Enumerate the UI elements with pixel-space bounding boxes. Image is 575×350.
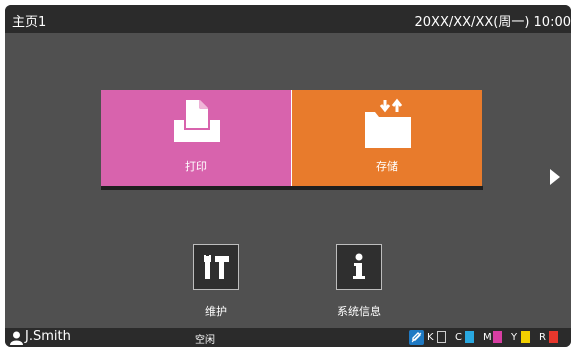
- page-title: 主页1: [12, 15, 47, 30]
- ink-letter: K: [427, 332, 434, 343]
- status-bar: J.Smith 空闲 K C M Y R: [5, 328, 571, 347]
- system-info-button[interactable]: [336, 244, 382, 290]
- maintenance-label: 维护: [205, 305, 227, 318]
- ink-bar: [465, 331, 474, 343]
- ink-bar: [549, 331, 558, 343]
- print-label: 打印: [185, 160, 207, 173]
- ink-bar: [493, 331, 502, 343]
- user-name[interactable]: J.Smith: [25, 329, 71, 344]
- home-screen: 主页1 20XX/XX/XX(周一) 10:00 打印 存储 维护 系统信息 J…: [5, 5, 571, 347]
- ink-bar: [521, 331, 530, 343]
- tiles-shadow: [101, 186, 483, 190]
- tools-icon: [204, 253, 229, 279]
- user-icon: [10, 331, 23, 345]
- storage-folder-icon: [365, 98, 411, 148]
- link-icon[interactable]: [409, 330, 424, 345]
- ink-bar: [437, 331, 446, 343]
- ink-letter: Y: [511, 332, 518, 343]
- info-icon: [353, 253, 365, 279]
- ink-letter: M: [483, 332, 492, 343]
- ink-letter: R: [539, 332, 546, 343]
- datetime-display: 20XX/XX/XX(周一) 10:00: [414, 15, 571, 30]
- next-page-arrow-icon[interactable]: [549, 168, 561, 186]
- print-tile[interactable]: 打印: [101, 90, 292, 186]
- storage-tile[interactable]: 存储: [292, 90, 482, 186]
- storage-label: 存储: [376, 160, 398, 173]
- system-info-label: 系统信息: [337, 305, 381, 318]
- print-icon: [174, 100, 220, 142]
- title-bar: 主页1 20XX/XX/XX(周一) 10:00: [5, 5, 571, 33]
- machine-status: 空闲: [195, 335, 215, 346]
- ink-letter: C: [455, 332, 462, 343]
- maintenance-button[interactable]: [193, 244, 239, 290]
